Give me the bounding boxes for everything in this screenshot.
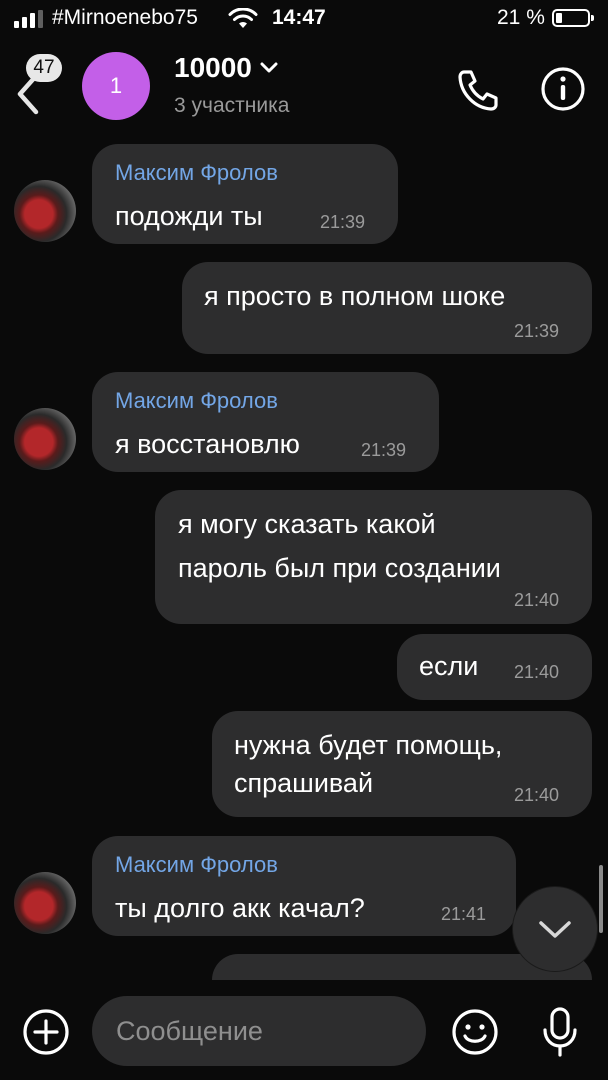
- info-icon[interactable]: [540, 66, 586, 112]
- message-text: ты долго акк качал?: [115, 893, 365, 923]
- message-text: если: [419, 651, 479, 681]
- smile-icon[interactable]: [451, 1008, 499, 1056]
- message-time: 21:39: [514, 321, 560, 341]
- plus-circle-icon[interactable]: [22, 1008, 70, 1056]
- message-text: я восстановлю: [115, 429, 300, 459]
- message-text: я просто в полном шоке: [204, 281, 506, 311]
- microphone-icon[interactable]: [540, 1006, 580, 1058]
- wifi-icon: [228, 8, 258, 28]
- message-author[interactable]: Максим Фролов: [115, 160, 278, 186]
- message-author[interactable]: Максим Фролов: [115, 852, 278, 878]
- status-time: 14:47: [272, 6, 326, 29]
- incoming-message[interactable]: Максим Фролов ты долго акк качал? 21:41: [92, 836, 516, 936]
- chat-member-count: 3 участника: [174, 94, 290, 117]
- chat-title-button[interactable]: 10000: [174, 52, 278, 84]
- chat-header: 47 1 10000 3 участника: [0, 40, 608, 140]
- incoming-message[interactable]: Максим Фролов я восстановлю 21:39: [92, 372, 439, 472]
- status-bar: #Mirnoenebo75 14:47 21 %: [0, 0, 608, 40]
- message-input-placeholder: Сообщение: [116, 1016, 263, 1046]
- outgoing-message[interactable]: я могу сказать какой пароль был при созд…: [155, 490, 592, 624]
- sender-avatar[interactable]: [14, 408, 76, 470]
- message-composer: Сообщение: [0, 980, 608, 1080]
- message-text-line: я могу сказать какой: [178, 509, 436, 539]
- sender-avatar[interactable]: [14, 872, 76, 934]
- message-time: 21:40: [514, 590, 560, 610]
- unread-count-badge: 47: [26, 54, 62, 82]
- message-text: подожди ты: [115, 201, 263, 231]
- outgoing-message[interactable]: я просто в полном шоке 21:39: [182, 262, 592, 354]
- chat-avatar[interactable]: 1: [82, 52, 150, 120]
- sender-avatar[interactable]: [14, 180, 76, 242]
- outgoing-message[interactable]: нужна будет помощь, спрашивай 21:40: [212, 711, 592, 817]
- cellular-signal-icon: [14, 10, 43, 28]
- message-text-line: спрашивай: [234, 768, 374, 798]
- message-input[interactable]: Сообщение: [92, 996, 426, 1066]
- chat-title: 10000: [174, 52, 252, 83]
- message-text-line: пароль был при создании: [178, 553, 501, 583]
- outgoing-message[interactable]: если 21:40: [397, 634, 592, 700]
- battery-percent: 21 %: [497, 6, 545, 29]
- battery-icon: [552, 9, 594, 27]
- scroll-to-bottom-button[interactable]: [513, 887, 597, 971]
- message-time: 21:40: [514, 785, 560, 805]
- message-list[interactable]: Максим Фролов подожди ты 21:39 я просто …: [0, 140, 608, 980]
- message-time: 21:41: [441, 904, 487, 924]
- phone-icon[interactable]: [454, 66, 502, 114]
- scroll-indicator[interactable]: [599, 865, 603, 933]
- message-author[interactable]: Максим Фролов: [115, 388, 278, 414]
- chevron-down-icon: [260, 62, 278, 73]
- message-time: 21:39: [361, 440, 407, 460]
- message-time: 21:40: [514, 662, 560, 682]
- incoming-message[interactable]: Максим Фролов подожди ты 21:39: [92, 144, 398, 244]
- carrier-name: #Mirnoenebo75: [52, 6, 198, 29]
- chevron-down-icon: [539, 921, 571, 938]
- message-time: 21:39: [320, 212, 366, 232]
